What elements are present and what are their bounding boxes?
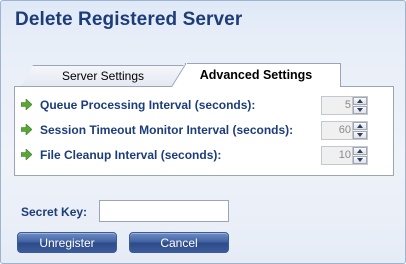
tab-advanced-settings[interactable]: Advanced Settings (171, 63, 341, 87)
green-right-arrow-icon (21, 149, 32, 160)
green-right-arrow-icon (21, 124, 32, 135)
cancel-button[interactable]: Cancel (129, 232, 229, 253)
spinner-buttons (352, 97, 367, 114)
tab-server-settings[interactable]: Server Settings (21, 65, 185, 87)
unregister-button[interactable]: Unregister (17, 232, 117, 253)
spinner-up-arrow-icon[interactable] (353, 122, 367, 130)
setting-row-session-timeout: Session Timeout Monitor Interval (second… (21, 121, 391, 140)
delete-registered-server-dialog: Delete Registered Server Server Settings… (0, 0, 406, 264)
queue-processing-interval-spinner[interactable]: 5 (321, 96, 368, 115)
green-right-arrow-icon (21, 99, 32, 110)
spinner-value[interactable]: 60 (339, 124, 351, 136)
setting-label: Session Timeout Monitor Interval (second… (40, 123, 294, 137)
spinner-down-arrow-icon[interactable] (353, 156, 367, 164)
secret-key-label: Secret Key: (21, 205, 88, 219)
spinner-down-arrow-icon[interactable] (353, 106, 367, 114)
spinner-value[interactable]: 10 (339, 149, 351, 161)
tab-edge (171, 63, 187, 87)
dialog-title: Delete Registered Server (15, 9, 243, 30)
setting-label: File Cleanup Interval (seconds): (40, 148, 222, 162)
spinner-up-arrow-icon[interactable] (353, 97, 367, 105)
secret-key-input[interactable] (99, 200, 229, 222)
spinner-value[interactable]: 5 (345, 99, 351, 111)
setting-row-file-cleanup: File Cleanup Interval (seconds): 10 (21, 146, 391, 165)
spinner-down-arrow-icon[interactable] (353, 131, 367, 139)
advanced-settings-panel: Queue Processing Interval (seconds): 5 S… (14, 86, 394, 176)
session-timeout-monitor-interval-spinner[interactable]: 60 (321, 121, 368, 140)
setting-row-queue-processing: Queue Processing Interval (seconds): 5 (21, 96, 391, 115)
spinner-up-arrow-icon[interactable] (353, 147, 367, 155)
setting-label: Queue Processing Interval (seconds): (40, 98, 256, 112)
file-cleanup-interval-spinner[interactable]: 10 (321, 146, 368, 165)
spinner-buttons (352, 122, 367, 139)
spinner-buttons (352, 147, 367, 164)
